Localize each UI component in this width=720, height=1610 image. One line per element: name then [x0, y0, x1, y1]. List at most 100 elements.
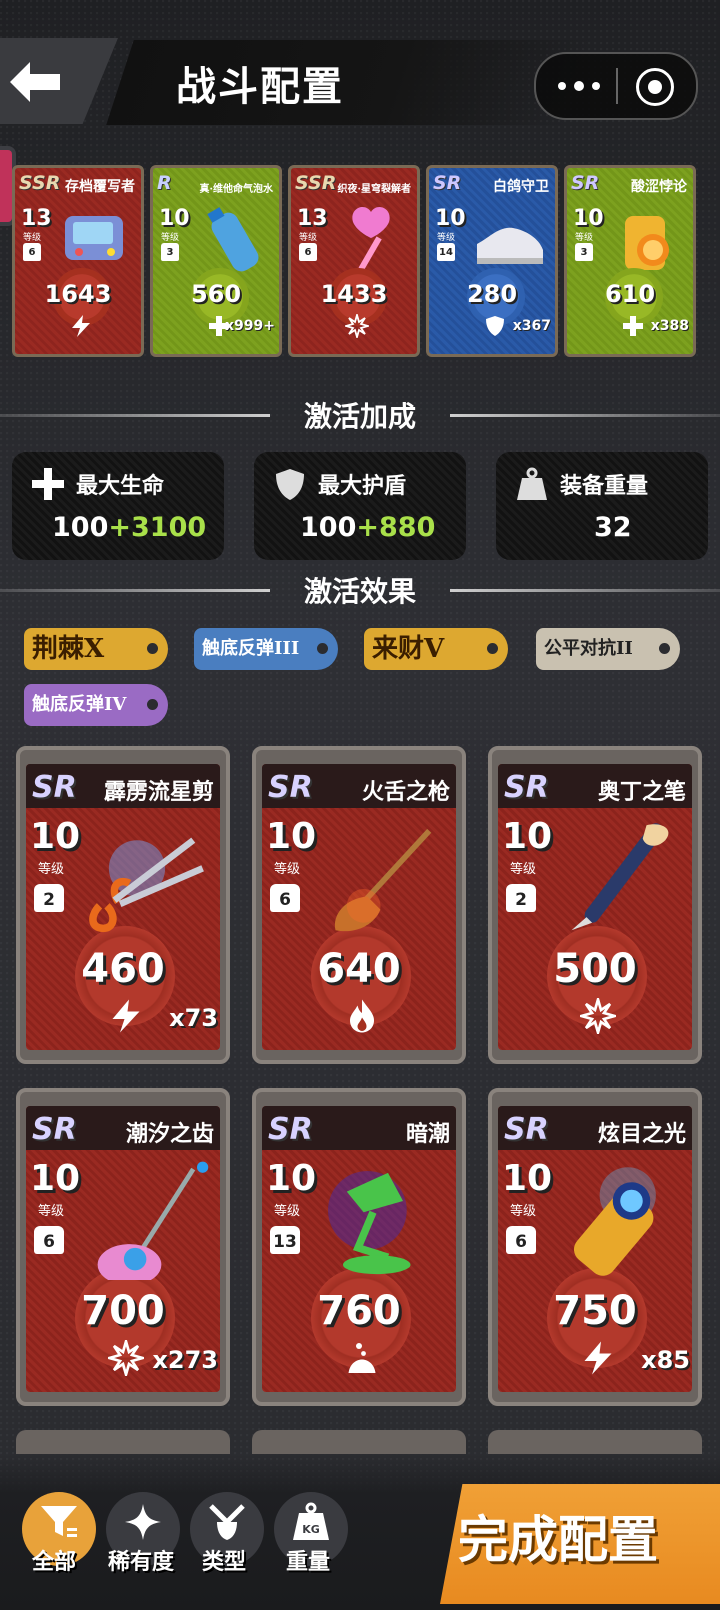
item-count: x388: [650, 318, 689, 334]
item-count: x273: [152, 1346, 218, 1374]
equipped-card[interactable]: SR 白鸽守卫 10 等级 14 280 x367: [426, 165, 558, 357]
bonus-label: 最大生命: [76, 473, 165, 499]
item-value: 560: [190, 280, 242, 308]
plus-icon: [623, 316, 643, 336]
rarity-badge: R: [157, 172, 172, 194]
bonus-base: 100: [300, 512, 357, 543]
rarity-badge: SR: [32, 770, 77, 805]
item-art: [477, 227, 543, 264]
rarity-badge: SR: [268, 770, 313, 805]
side-tab[interactable]: [0, 150, 12, 222]
item-art: [571, 823, 669, 931]
item-level: 10: [502, 816, 553, 857]
weight-badge: 2: [506, 884, 536, 912]
effect-tag[interactable]: 荆棘X: [24, 628, 168, 670]
item-art: [89, 837, 204, 933]
level-label: 等级: [510, 862, 537, 877]
item-level: 10: [30, 816, 81, 857]
filter-label: 稀有度: [108, 1549, 175, 1575]
inventory-card[interactable]: SR 霹雳流星剪 10 等级 2 460 x73: [16, 746, 230, 1064]
item-art: [352, 207, 390, 271]
item-value: 460: [81, 946, 165, 992]
weight-badge: 2: [34, 884, 64, 912]
bonus-plus: +880: [356, 512, 436, 543]
card-peek: [16, 1430, 230, 1454]
snowflake-icon: [345, 314, 369, 338]
equipped-card[interactable]: SSR 织夜·星穹裂解者 13 等级 6 1433: [288, 165, 420, 357]
item-level: 10: [266, 1158, 317, 1199]
bonus-base: 100: [52, 512, 109, 543]
item-name: 暗潮: [405, 1121, 450, 1147]
equipped-card[interactable]: SSR 存档覆写者 13 等级 6 1643: [12, 165, 144, 357]
effects-section-title: 激活效果: [303, 575, 416, 608]
bonus-section-title: 激活加成: [303, 400, 416, 433]
weight-badge: 6: [270, 884, 300, 912]
rarity-badge: SR: [268, 1112, 313, 1147]
level-label: 等级: [437, 233, 456, 243]
item-level: 10: [573, 206, 604, 231]
level-label: 等级: [274, 1204, 301, 1219]
level-label: 等级: [161, 233, 180, 243]
weight-badge: 13: [270, 1226, 300, 1254]
effect-tag[interactable]: 公平对抗II: [536, 628, 680, 670]
sparkle-icon: [125, 1504, 161, 1540]
bonus-label: 装备重量: [560, 473, 649, 499]
effect-label: 触底反弹III: [202, 638, 300, 659]
item-name: 奥丁之笔: [597, 779, 686, 805]
poison-icon: [348, 1343, 376, 1373]
bonus-value: 100+880: [300, 512, 435, 543]
snowflake-icon: [108, 1340, 144, 1376]
back-arrow-icon: [10, 62, 60, 102]
filter-label: 全部: [32, 1549, 77, 1575]
weight-badge: 6: [23, 243, 41, 261]
weight-badge: 3: [161, 243, 179, 261]
effect-tag[interactable]: 来财V: [364, 628, 508, 670]
bonus-label: 最大护盾: [318, 473, 407, 499]
equipped-card[interactable]: R 真·维他命气泡水 10 等级 3 560 x999+: [150, 165, 282, 357]
level-label: 等级: [510, 1204, 537, 1219]
effect-tag[interactable]: 触底反弹IV: [24, 684, 168, 726]
item-level: 10: [159, 206, 190, 231]
back-button[interactable]: [0, 38, 118, 124]
item-name: 霹雳流星剪: [103, 779, 214, 805]
effect-label: 来财V: [372, 634, 445, 664]
item-level: 10: [502, 1158, 553, 1199]
equipped-card[interactable]: SR 酸涩悖论 10 等级 3 610 x388: [564, 165, 696, 357]
level-label: 等级: [274, 862, 301, 877]
inventory-card[interactable]: SR 奥丁之笔 10 等级 2 500: [488, 746, 702, 1064]
level-label: 等级: [299, 233, 318, 243]
weight-badge: 6: [299, 243, 317, 261]
close-target-icon[interactable]: [636, 68, 674, 106]
item-name: 酸涩悖论: [631, 179, 687, 195]
rarity-badge: SR: [504, 1112, 549, 1147]
item-value: 280: [466, 280, 518, 308]
capsule-divider: [616, 68, 618, 104]
level-label: 等级: [38, 862, 65, 877]
item-value: 750: [553, 1288, 637, 1334]
bonus-base: 32: [594, 512, 632, 543]
inventory-card[interactable]: SR 火舌之枪 10 等级 6 640: [252, 746, 466, 1064]
item-value: 640: [317, 946, 401, 992]
more-icon[interactable]: [554, 71, 604, 101]
inventory-card[interactable]: SR 潮汐之齿 10 等级 6 700 x273: [16, 1088, 230, 1406]
item-value: 700: [81, 1288, 165, 1334]
bonus-max-shield: 最大护盾 100+880: [254, 452, 466, 560]
effect-tag[interactable]: 触底反弹III: [194, 628, 338, 670]
bonus-section-header: 激活加成: [0, 395, 720, 435]
item-name: 真·维他命气泡水: [199, 184, 273, 195]
swords-icon: [209, 1504, 245, 1540]
item-name: 潮汐之齿: [125, 1121, 214, 1147]
item-name: 火舌之枪: [361, 779, 450, 805]
weight-badge: 14: [437, 243, 455, 261]
page-title: 战斗配置: [176, 63, 344, 110]
item-count: x367: [512, 318, 551, 334]
weight-badge: 6: [34, 1226, 64, 1254]
inventory-card[interactable]: SR 暗潮 10 等级 13 760: [252, 1088, 466, 1406]
flame-icon: [350, 999, 374, 1033]
filter-label: 类型: [202, 1549, 247, 1575]
inventory-card[interactable]: SR 炫目之光 10 等级 6 750 x85: [488, 1088, 702, 1406]
level-label: 等级: [575, 233, 594, 243]
lightning-icon: [584, 1341, 612, 1375]
weight-kg-icon: KG: [293, 1502, 329, 1540]
item-count: x73: [169, 1004, 218, 1032]
